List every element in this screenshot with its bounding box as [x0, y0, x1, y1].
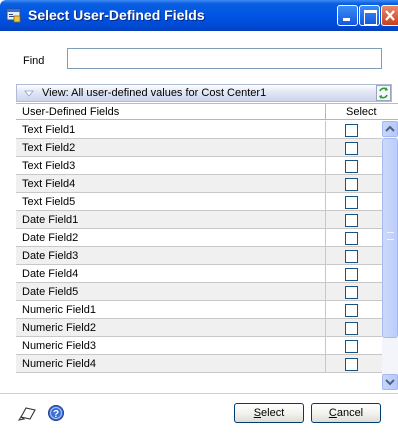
field-name: Text Field1 — [22, 124, 76, 136]
field-name: Date Field5 — [22, 286, 79, 298]
app-icon — [6, 7, 22, 23]
maximize-icon[interactable] — [359, 5, 380, 26]
select-checkbox[interactable] — [345, 232, 358, 245]
select-checkbox[interactable] — [345, 196, 358, 209]
select-accelerator: S — [253, 407, 262, 419]
select-checkbox[interactable] — [345, 250, 358, 263]
field-name: Text Field2 — [22, 142, 76, 154]
select-button-label: elect — [261, 407, 285, 419]
cancel-button-label: ancel — [336, 407, 364, 419]
vertical-scrollbar[interactable] — [382, 121, 398, 390]
field-name: Date Field4 — [22, 268, 79, 280]
field-name: Numeric Field3 — [22, 340, 96, 352]
column-header-select[interactable]: Select — [346, 106, 377, 118]
collapse-arrow-icon[interactable] — [22, 87, 36, 99]
cancel-button[interactable]: Cancel — [311, 403, 381, 423]
select-checkbox[interactable] — [345, 322, 358, 335]
column-divider — [325, 319, 326, 337]
select-checkbox[interactable] — [345, 286, 358, 299]
column-divider — [325, 211, 326, 229]
scroll-down-icon[interactable] — [382, 374, 398, 390]
select-checkbox[interactable] — [345, 178, 358, 191]
table-row[interactable]: Date Field1 — [16, 211, 382, 229]
column-divider — [325, 355, 326, 373]
column-divider — [325, 175, 326, 193]
select-checkbox[interactable] — [345, 142, 358, 155]
table-row[interactable]: Text Field5 — [16, 193, 382, 211]
table-row[interactable]: Date Field5 — [16, 283, 382, 301]
window-title: Select User-Defined Fields — [28, 7, 205, 23]
grip-icon — [387, 232, 394, 240]
table-row[interactable]: Text Field2 — [16, 139, 382, 157]
select-checkbox[interactable] — [345, 268, 358, 281]
column-divider — [325, 121, 326, 139]
column-divider — [325, 247, 326, 265]
dialog-window: Select User-Defined Fields Find View: Al… — [0, 0, 398, 435]
view-label: View: All user-defined values for Cost C… — [42, 87, 267, 99]
field-name: Text Field4 — [22, 178, 76, 190]
field-name: Date Field3 — [22, 250, 79, 262]
field-name: Date Field1 — [22, 214, 79, 226]
table-row[interactable]: Date Field3 — [16, 247, 382, 265]
column-header-fields[interactable]: User-Defined Fields — [22, 106, 119, 118]
table-row[interactable]: Date Field4 — [16, 265, 382, 283]
cancel-accelerator: C — [328, 407, 337, 419]
field-name: Numeric Field4 — [22, 358, 96, 370]
table-row[interactable]: Numeric Field1 — [16, 301, 382, 319]
table-row[interactable]: Text Field3 — [16, 157, 382, 175]
table-row[interactable]: Numeric Field4 — [16, 355, 382, 373]
note-icon[interactable] — [17, 404, 38, 422]
select-checkbox[interactable] — [345, 160, 358, 173]
column-divider — [325, 104, 326, 120]
select-checkbox[interactable] — [345, 304, 358, 317]
title-bar[interactable]: Select User-Defined Fields — [0, 0, 398, 31]
field-name: Text Field3 — [22, 160, 76, 172]
close-icon[interactable] — [381, 5, 398, 26]
select-button[interactable]: Select — [234, 403, 304, 423]
grid-rows: Text Field1 Text Field2 Text Field3 Text… — [16, 121, 382, 373]
find-input[interactable] — [67, 48, 382, 69]
column-divider — [325, 301, 326, 319]
svg-text:?: ? — [53, 409, 59, 420]
column-divider — [325, 265, 326, 283]
scroll-up-icon[interactable] — [382, 121, 398, 137]
refresh-icon[interactable] — [376, 85, 391, 101]
field-name: Date Field2 — [22, 232, 79, 244]
view-header[interactable]: View: All user-defined values for Cost C… — [16, 84, 392, 102]
field-name: Text Field5 — [22, 196, 76, 208]
scroll-thumb[interactable] — [382, 138, 398, 338]
table-row[interactable]: Text Field1 — [16, 121, 382, 139]
select-checkbox[interactable] — [345, 124, 358, 137]
field-name: Numeric Field1 — [22, 304, 96, 316]
table-row[interactable]: Date Field2 — [16, 229, 382, 247]
find-label: Find — [23, 55, 45, 67]
column-divider — [325, 193, 326, 211]
column-divider — [325, 157, 326, 175]
column-divider — [325, 337, 326, 355]
select-checkbox[interactable] — [345, 358, 358, 371]
minimize-icon[interactable] — [337, 5, 358, 26]
footer-divider — [0, 393, 398, 394]
field-name: Numeric Field2 — [22, 322, 96, 334]
table-row[interactable]: Text Field4 — [16, 175, 382, 193]
column-divider — [325, 229, 326, 247]
table-row[interactable]: Numeric Field3 — [16, 337, 382, 355]
column-divider — [325, 283, 326, 301]
table-row[interactable]: Numeric Field2 — [16, 319, 382, 337]
select-checkbox[interactable] — [345, 214, 358, 227]
select-checkbox[interactable] — [345, 340, 358, 353]
column-divider — [325, 139, 326, 157]
grid-header: User-Defined Fields Select — [16, 104, 398, 120]
fields-grid: User-Defined Fields Select Text Field1 T… — [16, 103, 398, 390]
help-icon[interactable]: ? — [46, 403, 66, 423]
